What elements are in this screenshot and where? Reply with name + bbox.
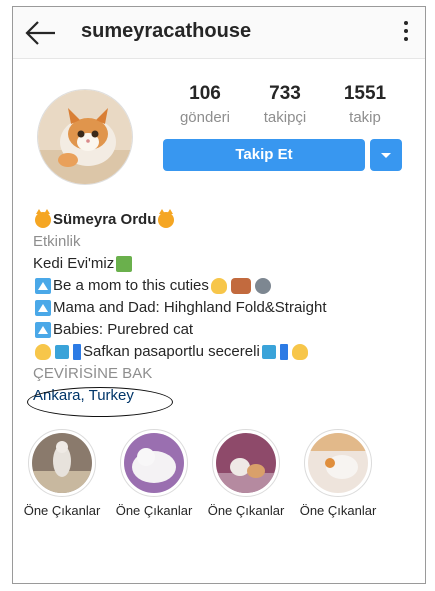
follow-dropdown-button[interactable] <box>370 139 402 171</box>
highlight-cover <box>32 433 92 493</box>
following-count: 1551 <box>343 83 387 104</box>
more-options-button[interactable] <box>401 21 411 45</box>
arrow-left-icon <box>25 21 55 45</box>
posts-label: gönderi <box>179 109 231 126</box>
highlight-cover <box>124 433 184 493</box>
bio-text-3: Mama and Dad: Hihghland Fold&Straight <box>53 299 327 316</box>
highlight-label: Öne Çıkanlar <box>207 503 285 518</box>
location-link[interactable]: Ankara, Turkey <box>33 385 413 407</box>
bio-line-4: Babies: Purebred cat <box>33 319 413 341</box>
highlight-item[interactable]: Öne Çıkanlar <box>201 429 291 518</box>
pointing-down-hand-icon <box>291 344 308 360</box>
highlight-cover <box>216 433 276 493</box>
posts-stat[interactable]: 106 gönderi <box>165 83 245 126</box>
bio-text-5: Safkan pasaportlu secereli <box>83 343 260 360</box>
cat-face-icon <box>35 209 51 228</box>
see-translation-link[interactable]: ÇEVİRİSİNE BAK <box>33 363 413 385</box>
bio-line-5: Safkan pasaportlu secereli <box>33 341 413 363</box>
cat-face-icon <box>158 209 175 228</box>
back-button[interactable] <box>25 19 57 47</box>
follow-button[interactable]: Takip Et <box>163 139 365 171</box>
highlight-label: Öne Çıkanlar <box>115 503 193 518</box>
highlight-label: Öne Çıkanlar <box>23 503 101 518</box>
following-label: takip <box>349 109 381 126</box>
posts-count: 106 <box>189 83 221 104</box>
following-stat[interactable]: 1551 takip <box>325 83 405 126</box>
followers-count: 733 <box>269 83 301 104</box>
house-icon <box>116 256 133 272</box>
bio-line-1: Kedi Evi'miz <box>33 253 413 275</box>
pointing-down-hand-icon <box>210 278 227 294</box>
highlight-cover <box>308 433 368 493</box>
profile-username: sumeyracathouse <box>81 20 252 42</box>
highlight-item[interactable]: Öne Çıkanlar <box>17 429 107 518</box>
bio-name-line: Sümeyra Ordu <box>33 209 413 231</box>
avatar[interactable] <box>37 89 133 185</box>
bio-line-2: Be a mom to this cuties <box>33 275 413 297</box>
right-arrow-icon <box>261 345 276 359</box>
cat-face-icon <box>254 278 271 294</box>
cat-photo <box>38 90 132 184</box>
profile-category: Etkinlik <box>33 233 81 250</box>
top-bar: sumeyracathouse <box>13 7 425 59</box>
up-triangle-icon <box>35 300 51 316</box>
followers-label: takipçi <box>263 109 307 126</box>
highlight-item[interactable]: Öne Çıkanlar <box>293 429 383 518</box>
profile-bio: Sümeyra Ordu Etkinlik Kedi Evi'miz Be a … <box>33 209 413 407</box>
followers-stat[interactable]: 733 takipçi <box>245 83 325 126</box>
bio-text-2: Be a mom to this cuties <box>53 277 209 294</box>
family-icon <box>230 278 251 294</box>
profile-full-name: Sümeyra Ordu <box>53 211 157 228</box>
highlight-label: Öne Çıkanlar <box>299 503 377 518</box>
highlight-item[interactable]: Öne Çıkanlar <box>109 429 199 518</box>
bio-text-4: Babies: Purebred cat <box>53 321 194 338</box>
pointing-down-hand-icon <box>35 344 51 360</box>
door-icon <box>279 344 288 360</box>
up-triangle-icon <box>35 278 51 294</box>
profile-screen: sumeyracathouse 106 gönderi 733 takipçi <box>12 6 426 584</box>
bio-text-1: Kedi Evi'miz <box>33 255 115 272</box>
right-arrow-icon <box>55 345 69 359</box>
up-triangle-icon <box>35 322 51 338</box>
bio-line-3: Mama and Dad: Hihghland Fold&Straight <box>33 297 413 319</box>
door-icon <box>73 344 81 360</box>
more-vertical-icon <box>404 21 408 25</box>
